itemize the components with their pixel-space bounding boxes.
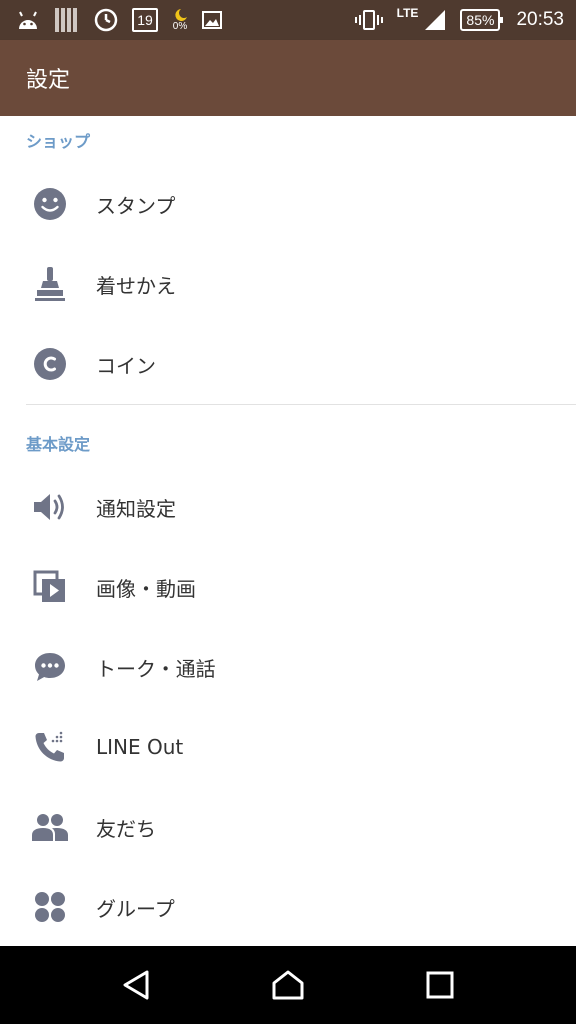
friends-icon	[26, 803, 74, 851]
menu-label: コイン	[96, 353, 156, 378]
media-icon	[26, 563, 74, 611]
signal-bars-icon	[54, 0, 80, 40]
phone-out-icon	[26, 723, 74, 771]
speaker-icon	[26, 483, 74, 531]
moon-percent: 0%	[172, 21, 188, 32]
page-title: 設定	[26, 68, 71, 93]
coin-icon	[26, 340, 74, 388]
home-icon[interactable]	[248, 946, 328, 1024]
menu-item-coin[interactable]: コイン	[0, 324, 576, 404]
calendar-day: 19	[132, 8, 158, 32]
battery-indicator: 85%	[460, 9, 504, 31]
menu-item-notifications[interactable]: 通知設定	[0, 467, 576, 547]
status-bar: 19 0% LTE 85% 20:53	[0, 0, 576, 40]
image-icon	[202, 0, 222, 40]
menu-label: 通知設定	[96, 496, 176, 521]
clock-time: 20:53	[516, 9, 564, 30]
app-toolbar: 設定	[0, 40, 576, 116]
menu-item-stamp[interactable]: スタンプ	[0, 164, 576, 244]
clock-icon	[94, 0, 118, 40]
back-icon[interactable]	[96, 946, 176, 1024]
menu-label: 画像・動画	[96, 576, 196, 601]
recents-icon[interactable]	[400, 946, 480, 1024]
menu-label: 友だち	[96, 816, 156, 841]
section-header-basic: 基本設定	[26, 435, 91, 454]
section-header-shop: ショップ	[26, 132, 91, 151]
chat-icon	[26, 643, 74, 691]
cell-signal-icon	[422, 0, 446, 40]
menu-label: トーク・通話	[96, 656, 216, 681]
menu-label: LINE Out	[96, 735, 184, 759]
android-icon	[16, 0, 40, 40]
menu-item-theme[interactable]: 着せかえ	[0, 244, 576, 324]
status-right: LTE 85% 20:53	[354, 0, 564, 40]
settings-list[interactable]: ショップ スタンプ 着せかえ コイン 基本設定 通知設定 画像・動画 トーク・通…	[0, 116, 576, 946]
network-type: LTE	[396, 6, 419, 20]
navigation-bar	[0, 946, 576, 1024]
moon-icon: 0%	[172, 0, 188, 40]
smiley-icon	[26, 180, 74, 228]
menu-item-talk-call[interactable]: トーク・通話	[0, 627, 576, 707]
vibrate-icon	[354, 0, 383, 40]
group-icon	[26, 883, 74, 931]
menu-item-line-out[interactable]: LINE Out	[0, 707, 576, 787]
menu-item-friends[interactable]: 友だち	[0, 787, 576, 867]
status-left: 19 0%	[16, 0, 222, 40]
brush-icon	[26, 260, 74, 308]
calendar-icon: 19	[132, 0, 158, 40]
menu-item-groups[interactable]: グループ	[0, 867, 576, 946]
menu-item-media[interactable]: 画像・動画	[0, 547, 576, 627]
menu-label: グループ	[96, 896, 175, 921]
menu-label: スタンプ	[96, 193, 176, 218]
menu-label: 着せかえ	[96, 273, 176, 298]
